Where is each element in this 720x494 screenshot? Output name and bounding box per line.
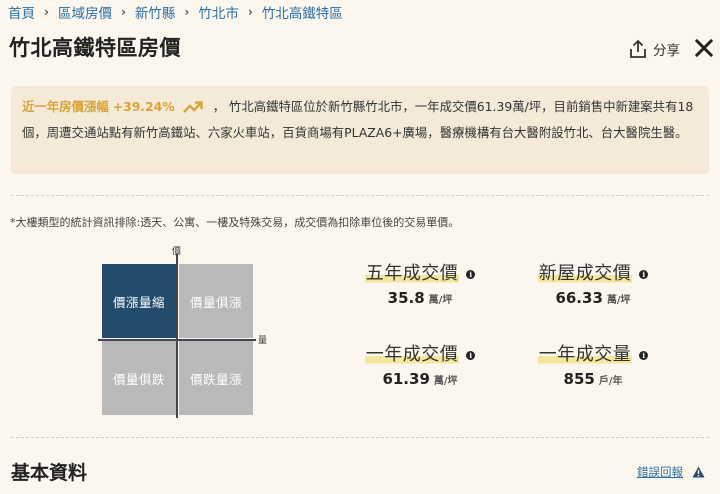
chevron-right-icon: › (184, 5, 190, 19)
divider (11, 437, 709, 438)
price-volume-matrix: 價漲量縮 價量俱漲 價量俱跌 價跌量漲 價 量 (96, 244, 276, 420)
stat-title: 五年成交價 (364, 259, 460, 285)
stat-unit: 萬/坪 (428, 295, 453, 306)
price-axis (176, 254, 178, 418)
info-icon[interactable]: i (639, 270, 649, 279)
close-icon[interactable] (694, 38, 714, 58)
error-report-link[interactable]: 錯誤回報 (637, 464, 705, 480)
breadcrumb-city[interactable]: 竹北市 (198, 2, 239, 22)
quadrant-price-up-volume-down: 價漲量縮 (102, 264, 176, 338)
stat-unit: 戶/年 (598, 376, 623, 387)
info-icon[interactable]: i (466, 351, 476, 360)
chevron-right-icon: › (44, 5, 49, 19)
statistics-note: *大樓類型的統計資訊排除:透天、公寓、一樓及特殊交易，成交價為扣除車位後的交易單… (10, 216, 460, 229)
stat-title: 一年成交量 (537, 340, 633, 366)
divider (11, 195, 709, 196)
share-button[interactable]: 分享 (629, 37, 680, 61)
info-icon[interactable]: i (466, 270, 476, 279)
breadcrumb-region-price[interactable]: 區域房價 (58, 2, 112, 22)
share-icon (630, 39, 646, 58)
breadcrumb-county[interactable]: 新竹縣 (135, 2, 176, 22)
stat-new-house-price: 新屋成交價 i 66.33 萬/坪 (518, 259, 668, 307)
stat-five-year-price: 五年成交價 i 35.8 萬/坪 (345, 259, 495, 307)
warning-icon (692, 466, 705, 478)
quadrant-price-down-volume-up: 價跌量漲 (179, 341, 253, 415)
stat-one-year-price: 一年成交價 i 61.39 萬/坪 (345, 340, 495, 388)
stat-unit: 萬/坪 (433, 376, 458, 387)
error-report-label: 錯誤回報 (637, 465, 683, 479)
share-label: 分享 (653, 43, 680, 59)
stat-value: 855 (563, 370, 595, 388)
trending-up-icon (182, 101, 203, 113)
chevron-right-icon: › (120, 5, 126, 19)
stat-unit: 萬/坪 (606, 295, 631, 306)
breadcrumb: 首頁 › 區域房價 › 新竹縣 › 竹北市 › 竹北高鐵特區 (8, 2, 343, 22)
volume-axis (98, 339, 256, 341)
stat-value: 61.39 (382, 370, 430, 388)
page-title: 竹北高鐵特區房價 (9, 36, 181, 60)
stat-value: 66.33 (555, 289, 603, 307)
growth-label: 近一年房價漲幅 (22, 99, 109, 114)
axis-label-volume: 量 (258, 336, 268, 346)
breadcrumb-home[interactable]: 首頁 (8, 2, 35, 22)
summary-box: 近一年房價漲幅 +39.24% ， 竹北高鐵特區位於新竹縣竹北市，一年成交價61… (11, 86, 709, 174)
axis-label-price: 價 (172, 247, 182, 257)
breadcrumb-district[interactable]: 竹北高鐵特區 (262, 2, 343, 22)
chevron-right-icon: › (247, 5, 253, 19)
stat-value: 35.8 (387, 289, 425, 307)
stat-one-year-volume: 一年成交量 i 855 戶/年 (518, 340, 668, 388)
section-title-basic-info: 基本資料 (11, 462, 88, 484)
stat-title: 新屋成交價 (537, 259, 633, 285)
growth-value: +39.24% (112, 99, 175, 114)
quadrant-price-volume-up: 價量俱漲 (179, 264, 253, 338)
quadrant-price-volume-down: 價量俱跌 (102, 341, 176, 415)
stat-title: 一年成交價 (364, 340, 460, 366)
info-icon[interactable]: i (639, 351, 649, 360)
